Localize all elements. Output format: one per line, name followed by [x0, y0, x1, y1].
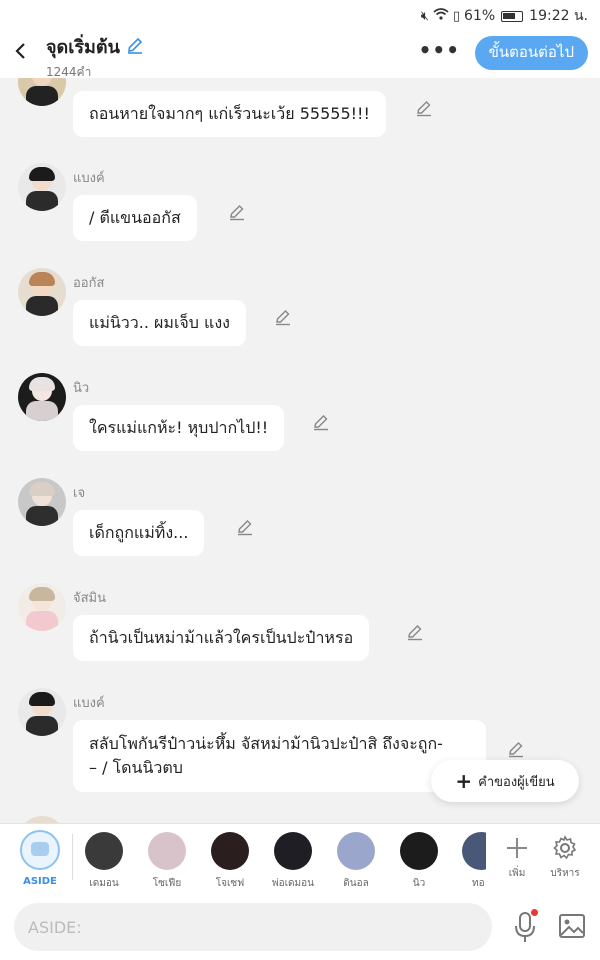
- avatar: [211, 832, 249, 870]
- aside-label: ASIDE: [23, 876, 57, 887]
- battery-percent: 61%: [464, 8, 496, 24]
- clock: 19:22 น.: [529, 8, 588, 24]
- character-name: พ่อเดมอน: [272, 878, 314, 889]
- header: จุดเริ่มต้น 1244คำ ••• ขั้นตอนต่อไป: [0, 28, 600, 79]
- edit-title-icon[interactable]: [126, 36, 144, 58]
- character-item[interactable]: พ่อเดมอน: [267, 832, 319, 891]
- speaker-name: จัสมิน: [73, 591, 107, 606]
- speaker-name: แบงค์: [73, 696, 105, 711]
- avatar[interactable]: [18, 373, 66, 421]
- microphone-button[interactable]: [512, 909, 538, 945]
- edit-message-icon[interactable]: [415, 99, 433, 117]
- message-bubble[interactable]: ถอนหายใจมากๆ แก่เร็วนะเว้ย 55555!!!: [73, 91, 386, 137]
- speaker-name: เจ: [73, 486, 86, 501]
- avatar: [148, 832, 186, 870]
- speaker-name: ออกัส: [73, 276, 105, 291]
- title-text: จุดเริ่มต้น: [46, 37, 120, 58]
- divider: [72, 834, 73, 880]
- wifi-icon: [433, 8, 449, 24]
- title-block: จุดเริ่มต้น 1244คำ: [46, 32, 144, 82]
- avatar[interactable]: [18, 478, 66, 526]
- character-item[interactable]: โจเซฟ: [204, 832, 256, 891]
- edit-message-icon[interactable]: [312, 413, 330, 431]
- input-bar: [0, 895, 600, 960]
- character-name: เดมอน: [89, 878, 119, 889]
- status-bar: 🔇︎ ▯ 61% 19:22 น.: [0, 0, 600, 28]
- character-item[interactable]: ดินอล: [330, 832, 382, 891]
- message-bubble[interactable]: ถ้านิวเป็นหม่าม้าแล้วใครเป็นปะป๋าหรอ: [73, 615, 370, 661]
- edit-message-icon[interactable]: [228, 203, 246, 221]
- chat-bubble-icon: [20, 830, 60, 870]
- aside-input[interactable]: [14, 903, 492, 951]
- author-note-button[interactable]: + คำของผู้เขียน: [431, 760, 579, 802]
- sim-icon: ▯: [452, 8, 461, 24]
- message-bubble[interactable]: ใครแม่แกห้ะ! หุบปากไป!!: [73, 405, 285, 451]
- edit-message-icon[interactable]: [507, 740, 525, 758]
- message-line: สลับโพกันรีป๋าวน่ะหึ้ม จัสหม่าม้านิวปะป๋…: [89, 734, 443, 753]
- manage-label: บริหาร: [550, 868, 580, 879]
- aside-tab[interactable]: ASIDE: [18, 830, 62, 887]
- speaker-name: แบงค์: [73, 171, 105, 186]
- status-icons: 🔇︎ ▯ 61% 19:22 น.: [421, 5, 588, 27]
- battery-icon: [501, 10, 524, 22]
- character-item[interactable]: ทอ: [456, 832, 486, 891]
- character-item[interactable]: นิว: [393, 832, 445, 891]
- chat-area[interactable]: ถอนหายใจมากๆ แก่เร็วนะเว้ย 55555!!! แบงค…: [0, 78, 600, 823]
- avatar[interactable]: [18, 78, 66, 106]
- author-note-label: คำของผู้เขียน: [478, 774, 555, 790]
- avatar: [85, 832, 123, 870]
- edit-message-icon[interactable]: [236, 518, 254, 536]
- avatar: [400, 832, 438, 870]
- avatar[interactable]: [18, 816, 66, 823]
- edit-message-icon[interactable]: [406, 623, 424, 641]
- character-name: นิว: [412, 878, 426, 889]
- message-bubble[interactable]: สลับโพกันรีป๋าวน่ะหึ้ม จัสหม่าม้านิวปะป๋…: [73, 720, 486, 792]
- image-icon: [559, 914, 585, 938]
- character-item[interactable]: โซเฟีย: [141, 832, 193, 891]
- avatar[interactable]: [18, 163, 66, 211]
- next-step-button[interactable]: ขั้นตอนต่อไป: [474, 36, 588, 70]
- add-label: เพิ่ม: [508, 868, 526, 879]
- character-bar: ASIDE เดมอน โซเฟีย โจเซฟ พ่อเดมอน ดินอล …: [0, 823, 600, 895]
- character-name: ดินอล: [343, 878, 369, 889]
- page-title[interactable]: จุดเริ่มต้น: [46, 32, 144, 61]
- avatar[interactable]: [18, 583, 66, 631]
- add-character-button[interactable]: เพิ่ม: [495, 832, 539, 881]
- character-name: โซเฟีย: [152, 878, 182, 889]
- back-button[interactable]: [8, 36, 32, 66]
- speaker-name: นิว: [73, 381, 90, 396]
- character-item[interactable]: เดมอน: [78, 832, 130, 891]
- recording-indicator: [531, 909, 538, 916]
- avatar: [337, 832, 375, 870]
- image-picker-button[interactable]: [558, 913, 586, 939]
- plus-icon: [495, 832, 539, 864]
- message-bubble[interactable]: แม่นิวว.. ผมเจ็บ แงง: [73, 300, 246, 346]
- message-bubble[interactable]: เด็กถูกแม่ทิ้ง...: [73, 510, 205, 556]
- manage-characters-button[interactable]: บริหาร: [543, 832, 587, 881]
- avatar: [462, 832, 486, 870]
- character-name: โจเซฟ: [215, 878, 245, 889]
- character-name: ทอ: [472, 878, 485, 889]
- mute-icon: 🔇︎: [420, 8, 429, 24]
- avatar[interactable]: [18, 268, 66, 316]
- avatar: [274, 832, 312, 870]
- chevron-left-icon: [15, 43, 25, 59]
- more-options-button[interactable]: •••: [419, 38, 460, 62]
- plus-icon: +: [455, 769, 473, 793]
- message-bubble[interactable]: / ตีแขนออกัส: [73, 195, 197, 241]
- message-line: – / โดนนิวตบ: [89, 758, 183, 777]
- avatar[interactable]: [18, 688, 66, 736]
- edit-message-icon[interactable]: [274, 308, 292, 326]
- gear-icon: [543, 832, 587, 864]
